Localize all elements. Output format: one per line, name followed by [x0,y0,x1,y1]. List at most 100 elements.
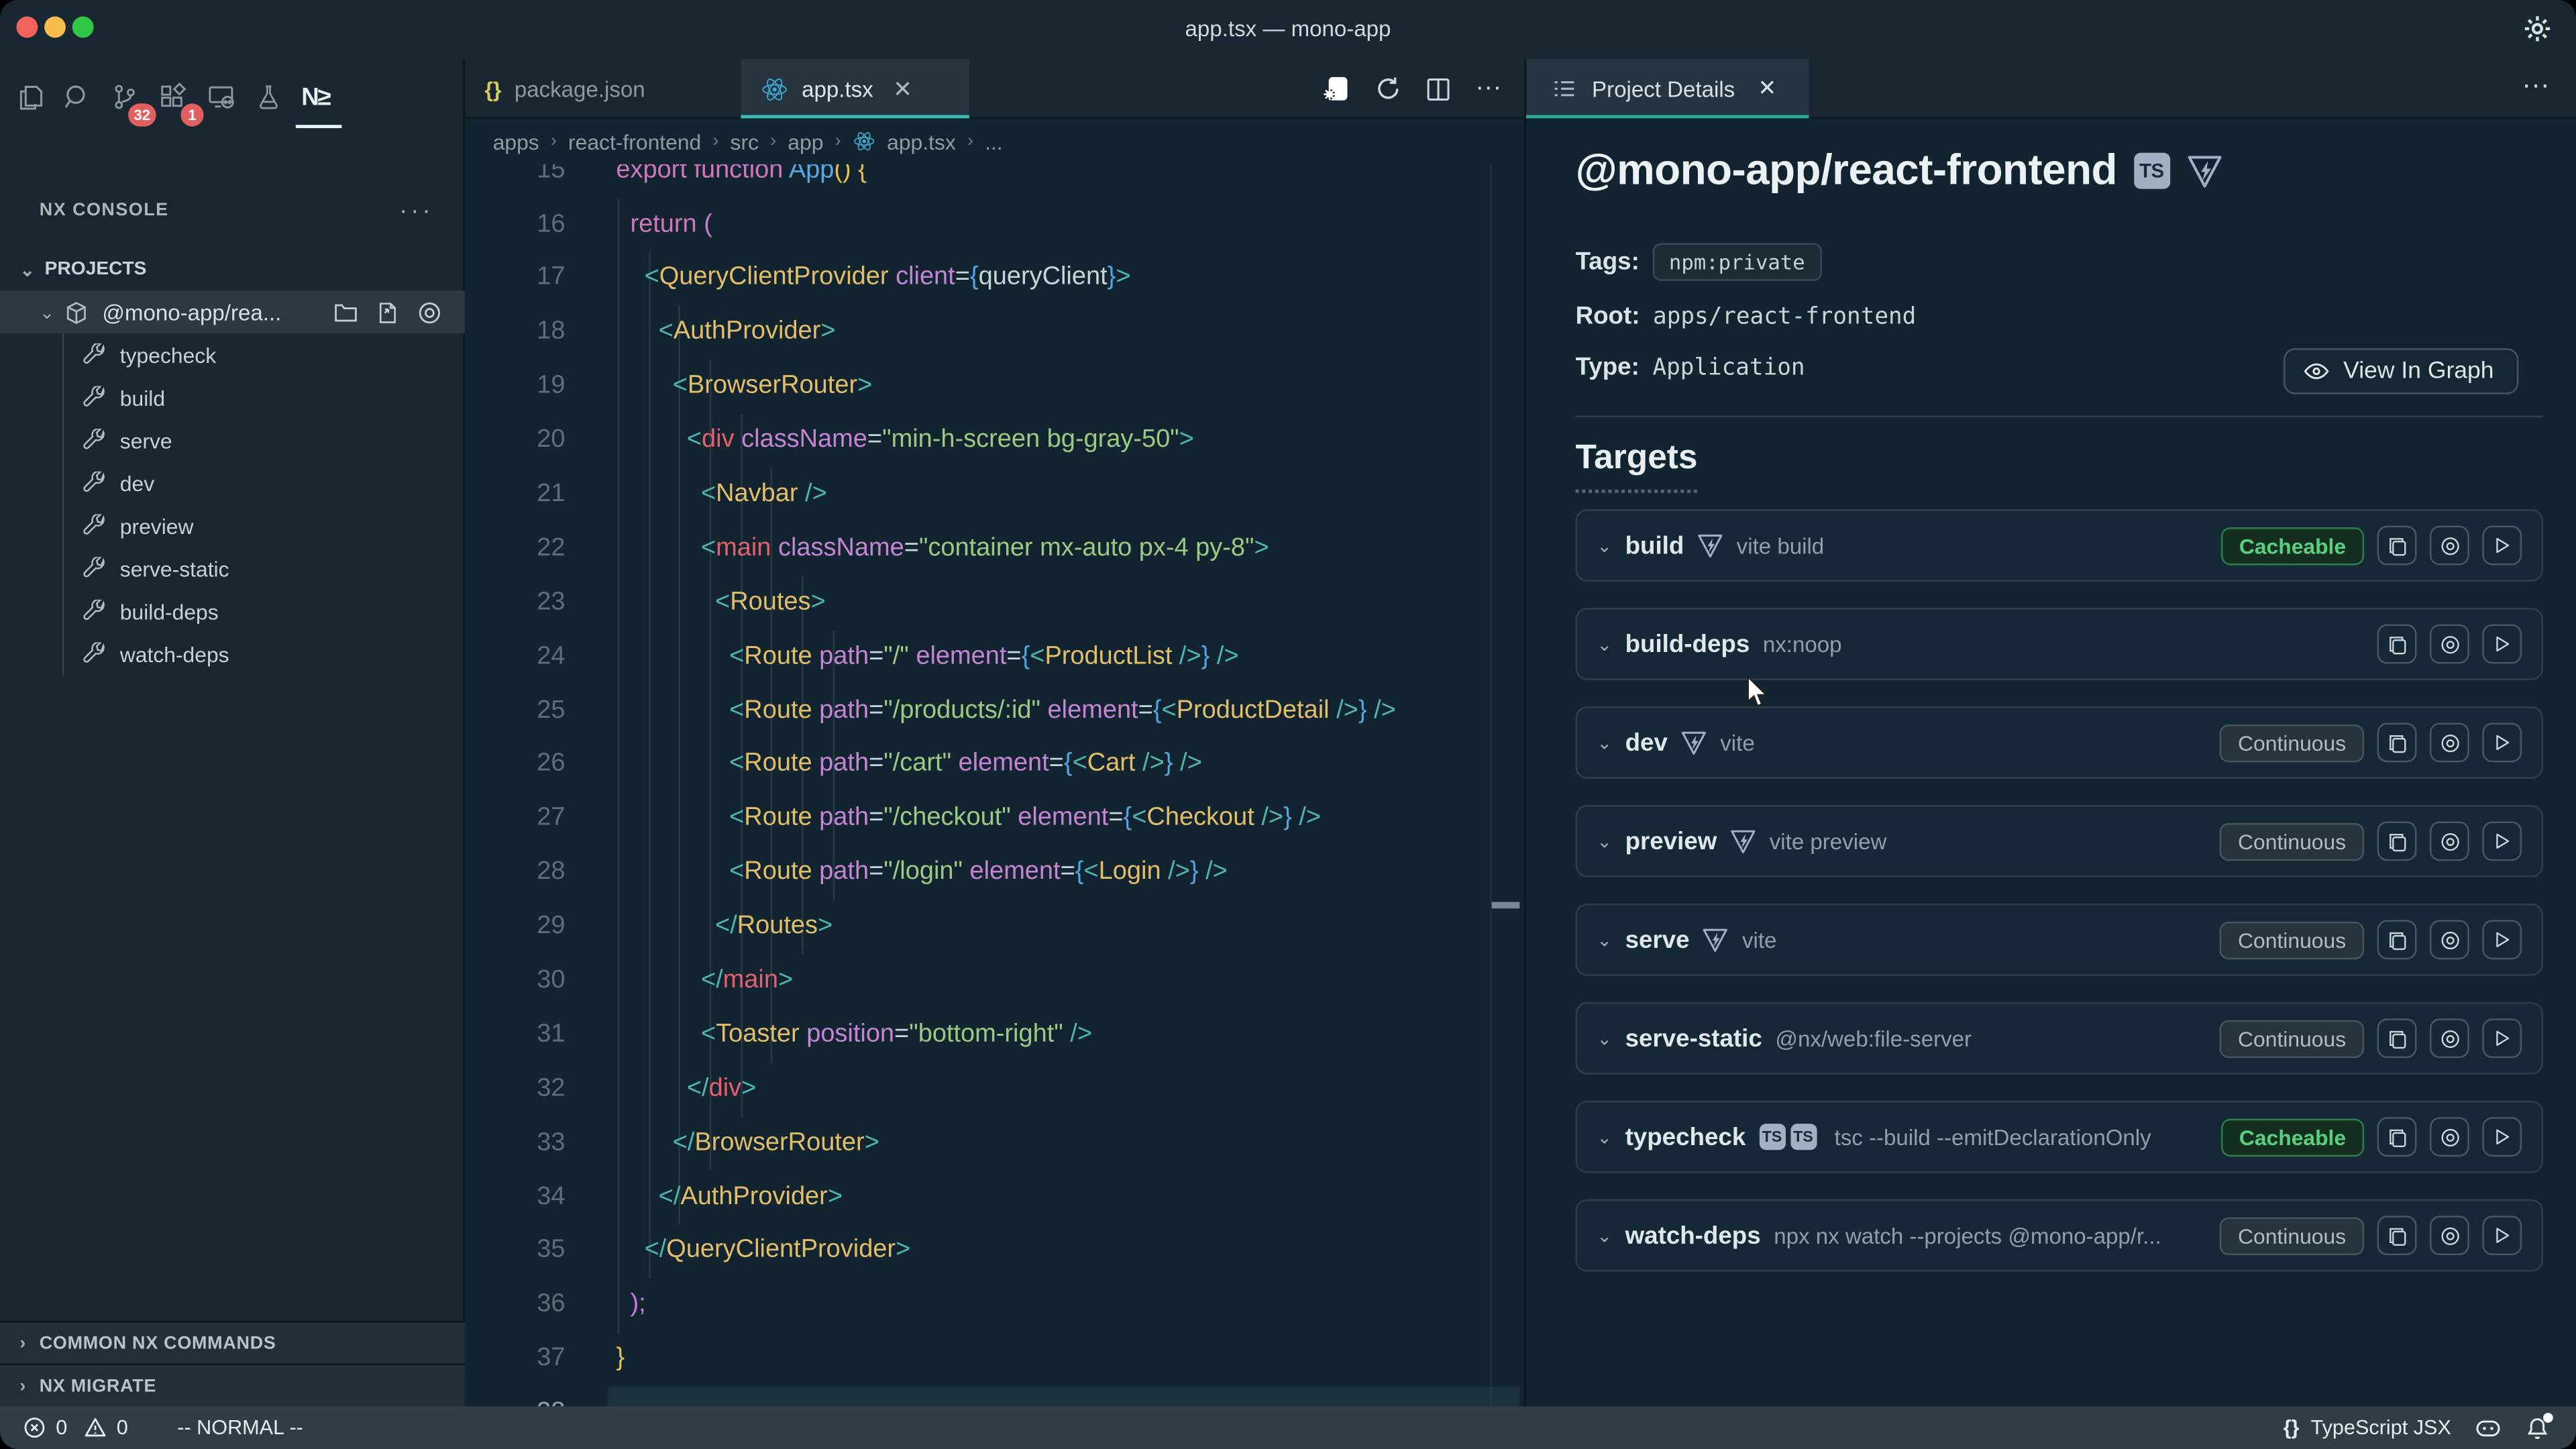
breadcrumb-item[interactable]: app.tsx [887,129,956,154]
code-line-32[interactable]: 32 </div> [465,1063,1525,1117]
code-line-17[interactable]: 17 <QueryClientProvider client={queryCli… [465,252,1525,307]
run-target-button[interactable] [2482,1216,2522,1255]
view-in-graph-button[interactable] [2430,821,2469,861]
copy-task-button[interactable] [2377,1216,2417,1255]
breadcrumb-item[interactable]: ... [985,129,1003,154]
chevron-down-icon[interactable]: ⌄ [1597,929,1612,951]
copy-task-button[interactable] [2377,821,2417,861]
warnings-icon[interactable] [84,1416,107,1439]
copy-task-button[interactable] [2377,1018,2417,1058]
refresh-icon[interactable] [1375,76,1401,102]
sidebar-more-actions-icon[interactable]: ··· [399,197,433,225]
close-window-button[interactable] [16,16,38,38]
minimize-window-button[interactable] [44,16,66,38]
tab-package-json[interactable]: {} package.json [465,59,741,118]
breadcrumb-item[interactable]: app [788,129,823,154]
extensions-icon[interactable]: 1 [150,72,196,121]
copy-task-button[interactable] [2377,723,2417,763]
testing-icon[interactable] [245,72,291,121]
explorer-icon[interactable] [7,72,53,121]
tree-item-target-typecheck[interactable]: typecheck [0,333,465,376]
view-in-graph-button[interactable]: View In Graph [2284,348,2518,394]
breadcrumb-item[interactable]: src [731,129,759,154]
folder-icon[interactable] [333,300,358,325]
target-card-build-deps[interactable]: ⌄build-depsnx:noop [1576,608,2543,680]
tree-item-target-build-deps[interactable]: build-deps [0,590,465,633]
run-target-button[interactable] [2482,625,2522,664]
tree-item-projects[interactable]: ⌄ PROJECTS [0,248,465,291]
copilot-icon[interactable] [2474,1415,2502,1440]
tree-item-target-preview[interactable]: preview [0,504,465,547]
nx-console-icon[interactable]: N≥ [292,72,339,121]
tree-item-target-serve[interactable]: serve [0,419,465,462]
run-target-button[interactable] [2482,723,2522,763]
view-in-graph-button[interactable] [2430,920,2469,959]
tab-app-tsx[interactable]: app.tsx ✕ [741,59,969,118]
target-card-typecheck[interactable]: ⌄typecheckTSTStsc --build --emitDeclarat… [1576,1101,2543,1173]
code-line-19[interactable]: 19 <BrowserRouter> [465,360,1525,415]
tree-item-target-serve-static[interactable]: serve-static [0,547,465,590]
view-in-graph-button[interactable] [2430,1216,2469,1255]
tree-item-target-build[interactable]: build [0,376,465,419]
code-line-29[interactable]: 29 </Routes> [465,900,1525,955]
view-in-graph-button[interactable] [2430,1018,2469,1058]
code-line-30[interactable]: 30 </main> [465,955,1525,1009]
close-tab-icon[interactable]: ✕ [893,74,912,103]
target-card-watch-deps[interactable]: ⌄watch-depsnpx nx watch --projects @mono… [1576,1199,2543,1272]
code-line-25[interactable]: 25 <Route path="/products/:id" element={… [465,684,1525,739]
copy-task-button[interactable] [2377,526,2417,566]
code-line-27[interactable]: 27 <Route path="/checkout" element={<Che… [465,792,1525,847]
breadcrumb-item[interactable]: react-frontend [568,129,701,154]
open-project-details-icon[interactable] [1322,74,1350,103]
gear-icon[interactable] [2522,13,2553,45]
copy-task-button[interactable] [2377,1117,2417,1157]
run-target-button[interactable] [2482,1018,2522,1058]
chevron-down-icon[interactable]: ⌄ [1597,1225,1612,1246]
code-line-35[interactable]: 35 </QueryClientProvider> [465,1225,1525,1279]
copy-task-button[interactable] [2377,920,2417,959]
language-mode[interactable]: {} TypeScript JSX [2284,1416,2451,1439]
target-card-preview[interactable]: ⌄previewvite previewContinuous [1576,805,2543,877]
code-editor[interactable]: 15export function App() {16 return (17 <… [465,164,1525,1406]
code-line-36[interactable]: 36 ); [465,1279,1525,1333]
view-in-graph-button[interactable] [2430,526,2469,566]
copy-task-button[interactable] [2377,625,2417,664]
vim-mode-indicator[interactable]: -- NORMAL -- [177,1416,303,1439]
code-line-34[interactable]: 34 </AuthProvider> [465,1171,1525,1225]
run-target-button[interactable] [2482,526,2522,566]
code-line-16[interactable]: 16 return ( [465,198,1525,252]
tree-item-project-mono-app[interactable]: ⌄ @mono-app/rea... [0,290,465,333]
run-target-button[interactable] [2482,1117,2522,1157]
code-line-37[interactable]: 37} [465,1333,1525,1387]
section-common-nx-commands[interactable]: › COMMON NX COMMANDS [0,1321,465,1364]
chevron-down-icon[interactable]: ⌄ [1597,830,1612,852]
view-in-graph-button[interactable] [2430,723,2469,763]
view-in-graph-button[interactable] [2430,1117,2469,1157]
split-editor-icon[interactable] [1426,76,1451,101]
code-line-18[interactable]: 18 <AuthProvider> [465,306,1525,360]
code-line-28[interactable]: 28 <Route path="/login" element={<Login … [465,847,1525,901]
code-line-22[interactable]: 22 <main className="container mx-auto px… [465,522,1525,576]
errors-icon[interactable] [23,1416,46,1439]
code-line-26[interactable]: 26 <Route path="/cart" element={<Cart />… [465,739,1525,793]
code-line-21[interactable]: 21 <Navbar /> [465,468,1525,523]
notifications-bell-icon[interactable] [2525,1415,2550,1440]
code-line-38[interactable]: 38 [465,1387,1525,1406]
target-card-build[interactable]: ⌄buildvite buildCacheable [1576,509,2543,582]
run-target-button[interactable] [2482,821,2522,861]
chevron-down-icon[interactable]: ⌄ [1597,732,1612,753]
close-panel-tab-icon[interactable]: ✕ [1758,76,1777,102]
view-in-graph-button[interactable] [2430,625,2469,664]
code-line-20[interactable]: 20 <div className="min-h-screen bg-gray-… [465,414,1525,468]
code-line-15[interactable]: 15export function App() { [465,164,1525,198]
run-target-button[interactable] [2482,920,2522,959]
chevron-down-icon[interactable]: ⌄ [1597,1126,1612,1148]
target-card-dev[interactable]: ⌄devviteContinuous [1576,706,2543,779]
breadcrumb-item[interactable]: apps [493,129,539,154]
breadcrumb[interactable]: apps›react-frontend›src›app›app.tsx›... [493,118,1525,164]
code-line-23[interactable]: 23 <Routes> [465,576,1525,631]
code-line-31[interactable]: 31 <Toaster position="bottom-right" /> [465,1008,1525,1063]
tree-item-target-watch-deps[interactable]: watch-deps [0,633,465,676]
chevron-down-icon[interactable]: ⌄ [1597,1028,1612,1049]
panel-more-actions-icon[interactable]: ··· [2522,69,2550,102]
